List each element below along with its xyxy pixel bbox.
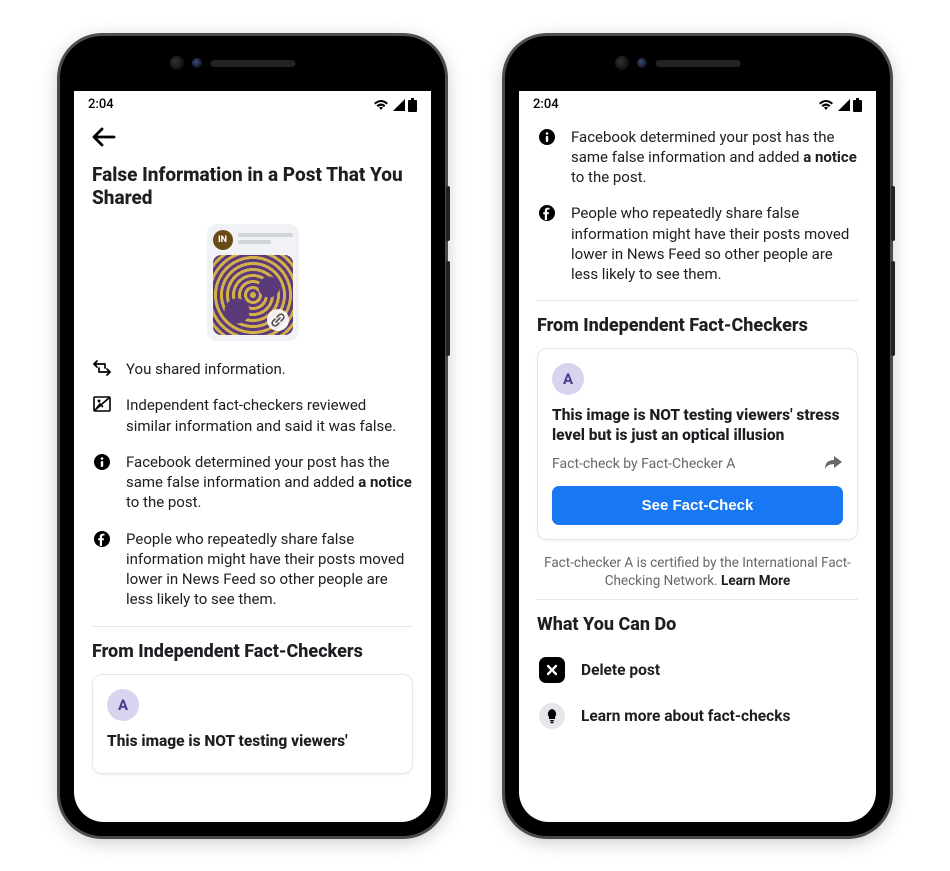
share-button[interactable] [823, 454, 843, 474]
factcheck-card: A This image is NOT testing viewers' str… [537, 348, 858, 539]
content-area: False Information in a Post That You Sha… [74, 119, 431, 822]
page-title: False Information in a Post That You Sha… [92, 163, 413, 211]
status-time: 2:04 [533, 97, 559, 112]
info-icon [537, 127, 557, 188]
actions-heading: What You Can Do [537, 614, 858, 635]
phone-left: 2:04 False Information in a Post That Yo… [60, 36, 445, 836]
info-repeated: People who repeatedly share false inform… [537, 203, 858, 284]
power-button [891, 186, 895, 241]
signal-icon [392, 99, 405, 111]
info-shared: You shared information. [92, 359, 413, 379]
see-factcheck-button[interactable]: See Fact-Check [552, 486, 843, 525]
arrow-left-icon [92, 127, 116, 147]
facebook-icon [537, 203, 557, 284]
speaker-grille [655, 60, 740, 67]
divider [537, 599, 858, 600]
info-determined: Facebook determined your post has the sa… [92, 452, 413, 513]
post-image [213, 255, 293, 335]
info-determined: Facebook determined your post has the sa… [537, 127, 858, 188]
post-thumbnail[interactable]: IN [207, 224, 299, 341]
wifi-icon [818, 99, 834, 111]
lightbulb-icon [539, 703, 565, 729]
volume-button [891, 261, 895, 356]
learn-more-action[interactable]: Learn more about fact-checks [537, 693, 858, 739]
divider [537, 300, 858, 301]
certification-note: Fact-checker A is certified by the Inter… [543, 554, 852, 592]
info-reviewed: Independent fact-checkers reviewed simil… [92, 395, 413, 436]
learn-more-label: Learn more about fact-checks [581, 707, 790, 725]
share-arrow-icon [823, 454, 843, 470]
front-sensor [637, 58, 647, 68]
content-area: Facebook determined your post has the sa… [519, 117, 876, 822]
factchecker-avatar: A [107, 689, 139, 721]
divider [92, 626, 413, 627]
post-thumbnail-wrap: IN [92, 224, 413, 341]
facebook-icon [92, 529, 112, 610]
delete-post-label: Delete post [581, 661, 660, 679]
info-repeated-text: People who repeatedly share false inform… [571, 203, 858, 284]
screen: 2:04 Facebook determined your post has t… [519, 91, 876, 822]
factcheckers-heading: From Independent Fact-Checkers [92, 641, 413, 662]
signal-icon [837, 99, 850, 111]
factcheck-card[interactable]: A This image is NOT testing viewers' [92, 674, 413, 774]
factchecker-avatar: A [552, 363, 584, 395]
phone-right: 2:04 Facebook determined your post has t… [505, 36, 890, 836]
post-avatar: IN [213, 230, 233, 250]
power-button [446, 186, 450, 241]
front-camera [170, 56, 184, 70]
info-repeated: People who repeatedly share false inform… [92, 529, 413, 610]
link-icon [267, 309, 289, 331]
info-icon [92, 452, 112, 513]
speaker-grille [210, 60, 295, 67]
image-cross-icon [92, 395, 112, 436]
battery-icon [853, 98, 862, 112]
wifi-icon [373, 99, 389, 111]
factcheck-byline: Fact-check by Fact-Checker A [552, 456, 735, 472]
info-repeated-text: People who repeatedly share false inform… [126, 529, 413, 610]
status-bar: 2:04 [74, 91, 431, 119]
volume-button [446, 261, 450, 356]
info-reviewed-text: Independent fact-checkers reviewed simil… [126, 395, 413, 436]
share-icon [92, 359, 112, 379]
delete-post-action[interactable]: Delete post [537, 647, 858, 693]
status-icons [818, 98, 862, 112]
delete-icon [539, 657, 565, 683]
back-button[interactable] [92, 119, 413, 163]
status-time: 2:04 [88, 97, 114, 112]
factcheck-title: This image is NOT testing viewers' [107, 731, 398, 751]
info-determined-text: Facebook determined your post has the sa… [571, 127, 858, 188]
front-camera [615, 56, 629, 70]
screen: 2:04 False Information in a Post That Yo… [74, 91, 431, 822]
info-determined-text: Facebook determined your post has the sa… [126, 452, 413, 513]
battery-icon [408, 98, 417, 112]
learn-more-link[interactable]: Learn More [721, 573, 790, 589]
status-bar: 2:04 [519, 91, 876, 119]
factcheckers-heading: From Independent Fact-Checkers [537, 315, 858, 336]
post-text-placeholder [238, 233, 293, 247]
factcheck-title: This image is NOT testing viewers' stres… [552, 405, 843, 445]
info-shared-text: You shared information. [126, 359, 413, 379]
front-sensor [192, 58, 202, 68]
status-icons [373, 98, 417, 112]
